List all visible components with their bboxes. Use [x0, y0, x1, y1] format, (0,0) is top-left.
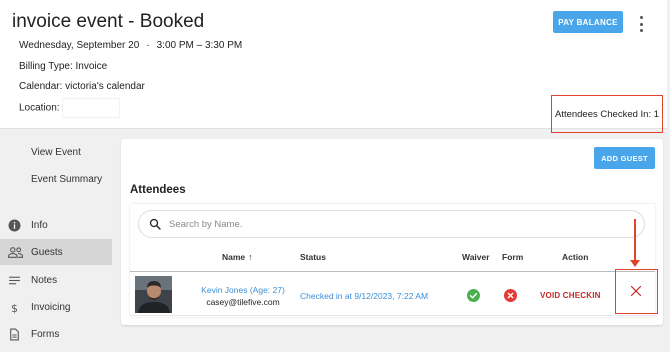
notes-icon — [9, 276, 20, 285]
sidebar-item-label: Info — [31, 220, 48, 231]
sidebar-item-forms[interactable]: Forms — [0, 321, 112, 347]
column-header-name[interactable]: Name ↑ — [222, 252, 253, 262]
svg-text:$: $ — [11, 302, 18, 314]
attendees-heading: Attendees — [130, 184, 186, 196]
sidebar-item-guests[interactable]: Guests — [0, 239, 112, 265]
event-header-card: invoice event - Booked Wednesday, Septem… — [0, 0, 667, 133]
search-input[interactable] — [169, 216, 609, 232]
check-circle-icon — [467, 289, 480, 302]
billing-type: Billing Type: Invoice — [19, 61, 108, 72]
close-icon[interactable] — [630, 285, 642, 297]
void-checkin-button[interactable]: VOID CHECKIN — [540, 291, 601, 300]
sidebar-item-info[interactable]: Info — [0, 212, 112, 238]
annotation-arrow-line — [634, 219, 636, 263]
page-title: invoice event - Booked — [12, 11, 205, 32]
sidebar-item-label: View Event — [31, 147, 81, 158]
document-icon — [10, 328, 19, 341]
guest-name-link[interactable]: Kevin Jones (Age: 27) — [193, 285, 293, 295]
sidebar-item-label: Guests — [31, 247, 63, 258]
annotation-arrow-head — [630, 260, 640, 267]
sidebar-item-label: Invoicing — [31, 302, 71, 313]
location-label: Location: — [19, 102, 60, 114]
sidebar-item-notes[interactable]: Notes — [0, 267, 112, 293]
info-icon — [8, 219, 21, 232]
calendar-name: Calendar: victoria's calendar — [19, 81, 145, 92]
column-header-form: Form — [502, 252, 524, 262]
column-header-status: Status — [300, 252, 326, 262]
header-divider — [130, 271, 655, 272]
people-icon — [8, 247, 23, 258]
sidebar-item-label: Notes — [31, 275, 58, 286]
event-date: Wednesday, September 20 — [19, 40, 140, 51]
sort-arrow-icon: ↑ — [248, 252, 253, 262]
column-header-action: Action — [562, 252, 589, 262]
event-time: 3:00 PM – 3:30 PM — [156, 40, 243, 51]
sidebar-item-label: Event Summary — [31, 174, 103, 185]
row-divider — [130, 315, 655, 316]
event-date-time: Wednesday, September 20 · 3:00 PM – 3:30 P… — [19, 40, 242, 51]
avatar — [135, 276, 172, 313]
date-separator: · — [146, 40, 150, 51]
search-icon — [149, 218, 161, 230]
guest-email: casey@tilefive.com — [206, 297, 280, 307]
attendees-checked-in-count: Attendees Checked In: 1 — [551, 95, 663, 133]
pay-balance-button[interactable]: PAY BALANCE — [553, 11, 623, 33]
sidebar-item-view-event[interactable]: View Event — [0, 139, 112, 165]
dollar-icon: $ — [11, 302, 18, 314]
location-value-redacted — [61, 98, 120, 118]
checkin-status: Checked in at 9/12/2023, 7:22 AM — [300, 291, 429, 301]
attendees-card: ADD GUEST Attendees Name↑ Status Waiver … — [121, 139, 663, 325]
column-header-waiver: Waiver — [462, 252, 490, 262]
sidebar-item-event-summary[interactable]: Event Summary — [0, 166, 112, 192]
add-guest-button[interactable]: ADD GUEST — [594, 147, 655, 169]
sidebar-item-invoicing[interactable]: $ Invoicing — [0, 294, 112, 320]
error-circle-icon — [504, 289, 517, 302]
attendees-table: Name↑ Status Waiver Form Action Kevin Jo… — [130, 204, 655, 317]
search-bar — [138, 210, 645, 238]
location-row: Location: — [19, 98, 120, 118]
column-header-name-label: Name — [222, 252, 246, 262]
more-options-icon[interactable] — [636, 16, 646, 32]
sidebar-item-label: Forms — [31, 329, 60, 340]
